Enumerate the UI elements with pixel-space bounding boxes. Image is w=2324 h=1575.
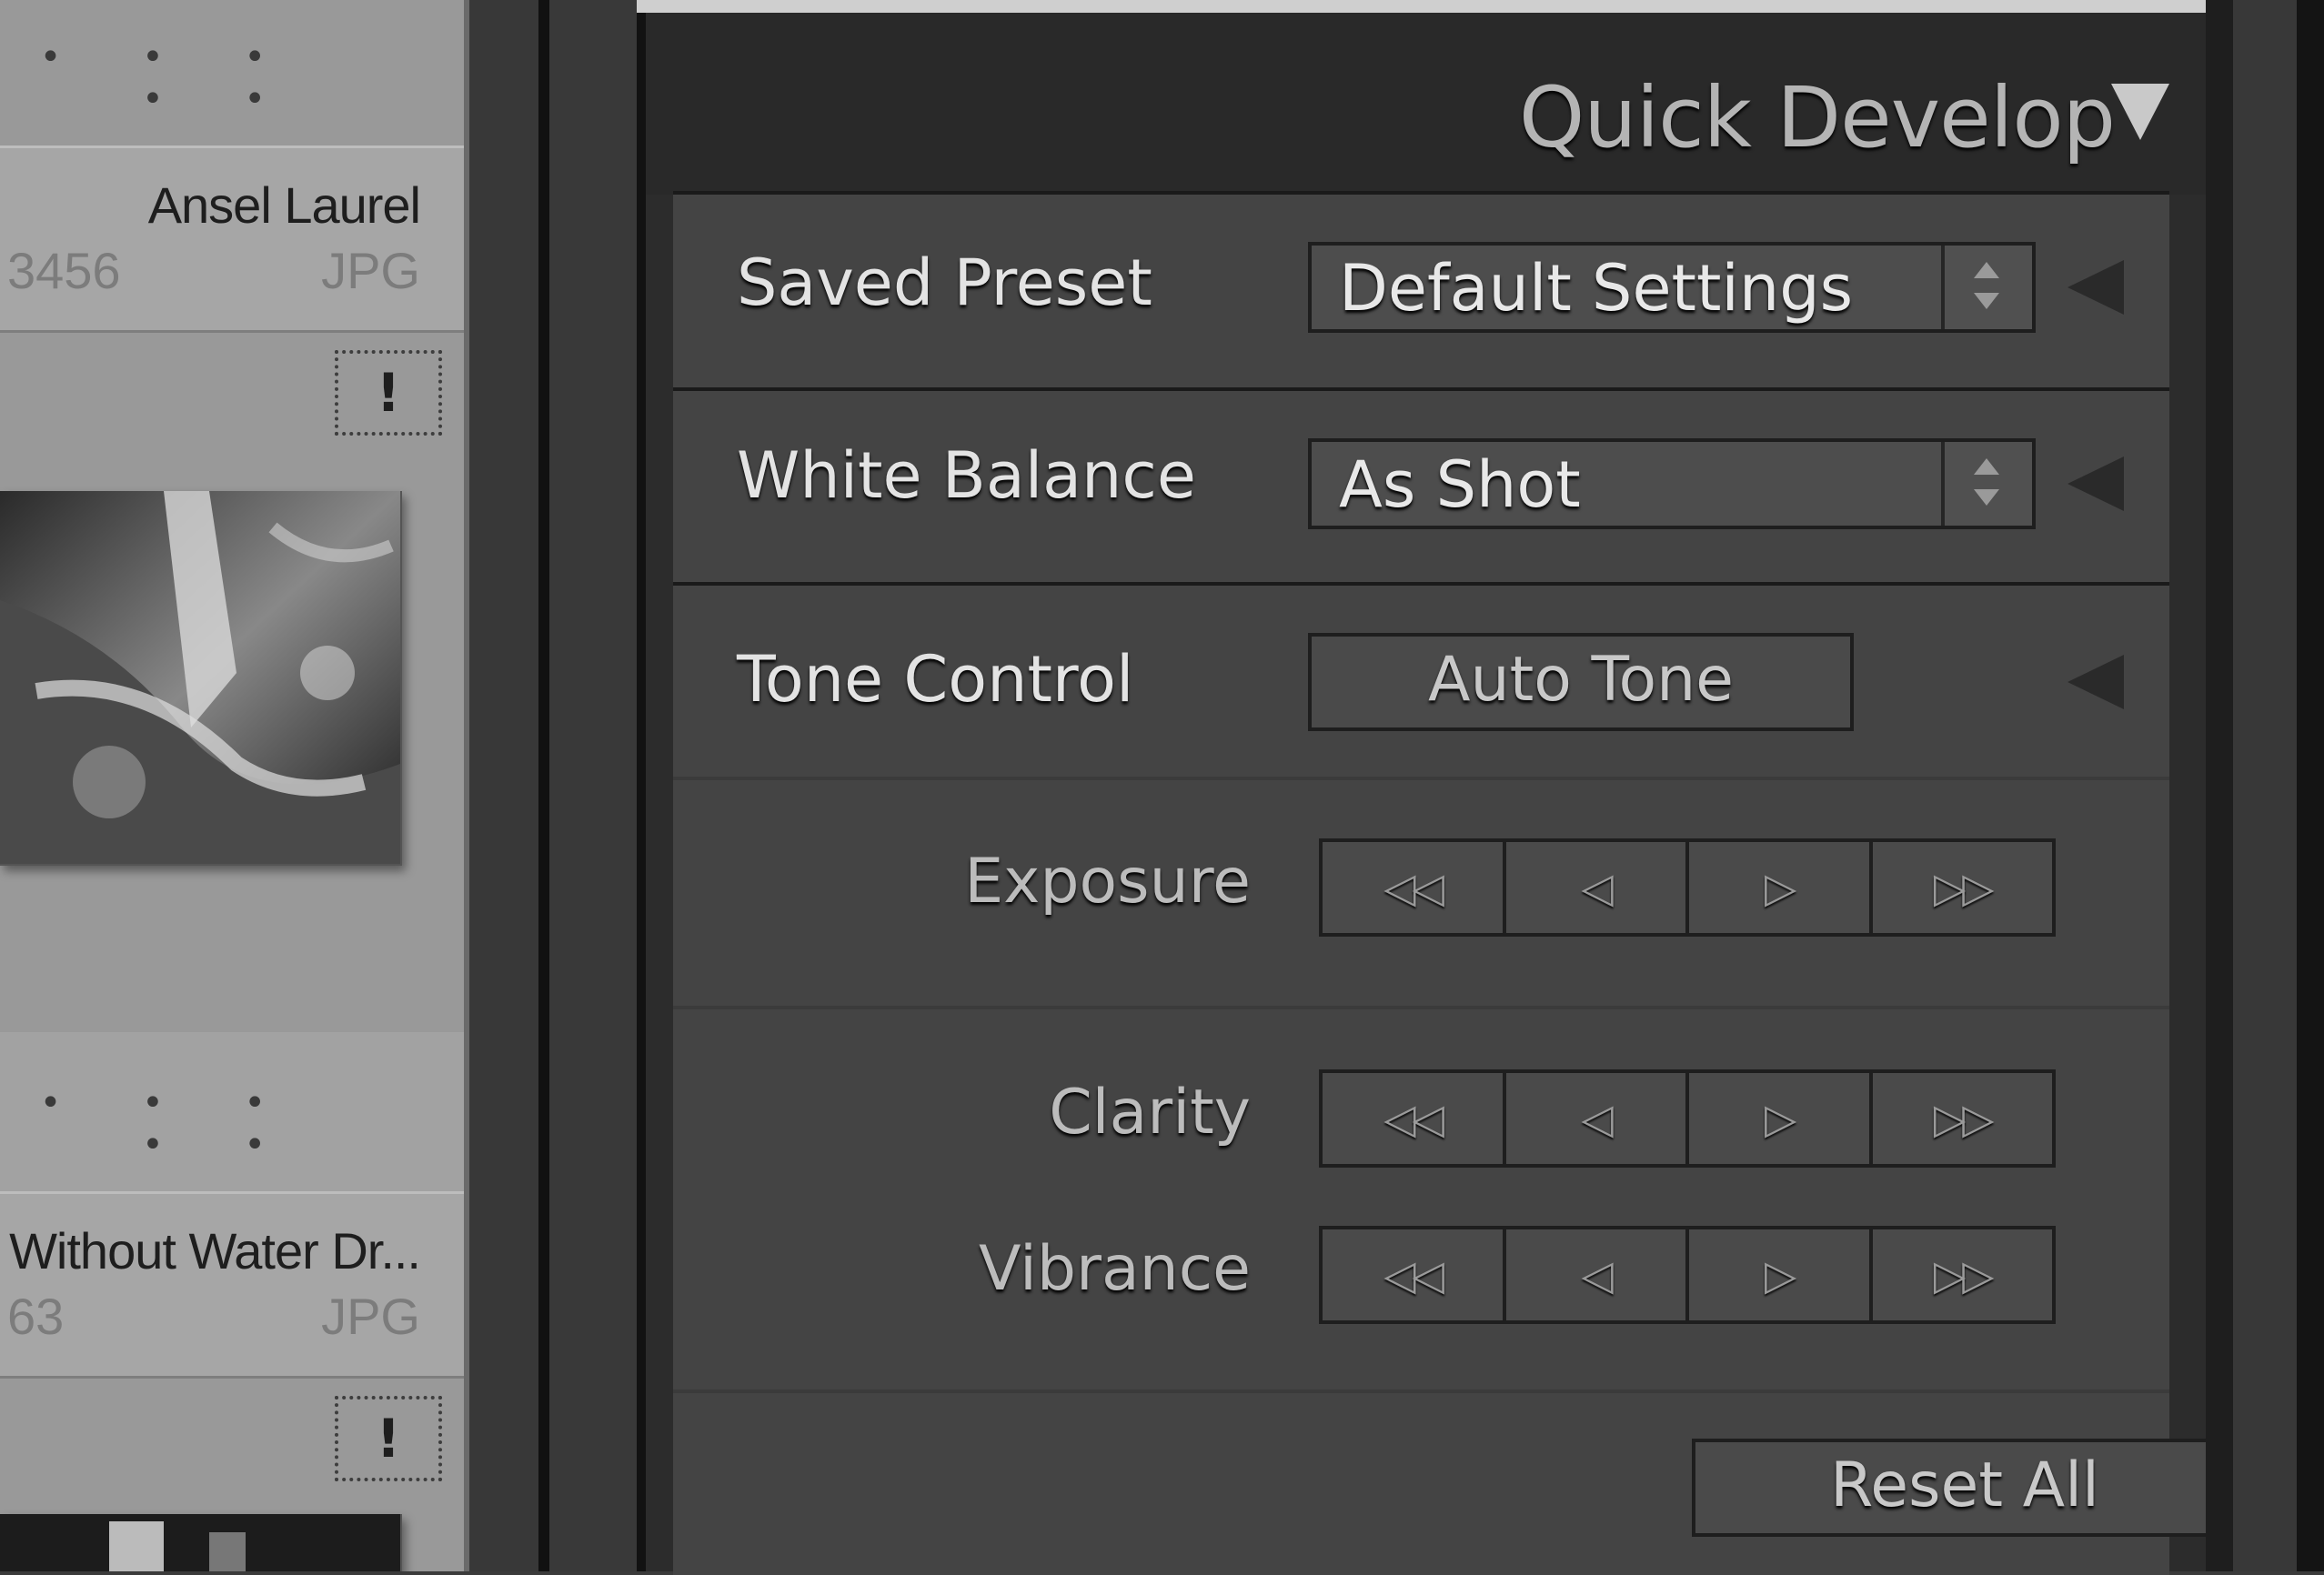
expand-triangle-icon[interactable] [2067,456,2124,511]
clarity-stepper[interactable]: ◁◁ ◁ ▷ ▷▷ [1319,1069,2056,1168]
increase-large-icon[interactable]: ▷▷ [1873,1229,2053,1320]
decrease-small-icon[interactable]: ◁ [1506,1229,1689,1320]
saved-preset-value: Default Settings [1339,251,1854,326]
file-dimensions: 63 [7,1288,65,1345]
decrease-small-icon[interactable]: ◁ [1506,1073,1689,1164]
panel-gap [469,0,542,1571]
flag-icon[interactable]: ! [335,350,442,436]
decrease-large-icon[interactable]: ◁◁ [1323,842,1506,933]
select-spinner-icon[interactable] [1941,246,2032,329]
panel-gutter [549,0,640,1571]
white-balance-select[interactable]: As Shot [1308,438,2036,529]
grid-cell-previous[interactable]: • • • • • [0,0,464,145]
panel-title[interactable]: Quick Develop [1519,69,2116,166]
increase-large-icon[interactable]: ▷▷ [1873,1073,2053,1164]
collapse-triangle-icon[interactable] [2111,84,2169,140]
select-spinner-icon[interactable] [1941,442,2032,526]
section-divider [673,1389,2169,1393]
white-balance-row: White Balance As Shot [673,387,2169,582]
file-format: JPG [321,242,420,299]
grid-cell-without-water[interactable]: Without Water Dr... 63 JPG ! [0,1191,464,1571]
panel-separator[interactable] [538,0,549,1571]
vibrance-stepper[interactable]: ◁◁ ◁ ▷ ▷▷ [1319,1226,2056,1324]
auto-tone-button[interactable]: Auto Tone [1308,633,1854,731]
expand-triangle-icon[interactable] [2067,260,2124,315]
window-edge [2297,0,2324,1571]
file-name: Without Water Dr... [9,1222,421,1279]
photo-thumbnail[interactable] [0,491,402,866]
decrease-large-icon[interactable]: ◁◁ [1323,1229,1506,1320]
file-name: Ansel Laurel [147,176,421,234]
increase-small-icon[interactable]: ▷ [1689,842,1873,933]
panel-header[interactable]: Quick Develop [646,13,2215,195]
expand-triangle-icon[interactable] [2067,655,2124,709]
quick-develop-panel: Quick Develop Saved Preset Default Setti… [637,13,2238,1575]
vibrance-label: Vibrance [978,1233,1251,1305]
panel-scroll-gutter[interactable] [2233,0,2297,1571]
grid-cell-ansel-laurel[interactable]: Ansel Laurel 3456 JPG ! [0,145,464,1037]
rating-stars[interactable]: • • • • • [0,1082,300,1166]
exposure-stepper[interactable]: ◁◁ ◁ ▷ ▷▷ [1319,838,2056,937]
section-divider [673,1006,2169,1009]
tone-control-section: Tone Control Auto Tone Exposure ◁◁ ◁ ▷ ▷… [673,582,2238,1575]
white-balance-label: White Balance [737,438,1196,513]
section-divider [673,777,2169,780]
flag-icon[interactable]: ! [335,1396,442,1481]
tone-control-label: Tone Control [737,642,1134,717]
decrease-large-icon[interactable]: ◁◁ [1323,1073,1506,1164]
increase-small-icon[interactable]: ▷ [1689,1073,1873,1164]
increase-small-icon[interactable]: ▷ [1689,1229,1873,1320]
white-balance-value: As Shot [1339,447,1581,522]
file-format: JPG [321,1288,420,1345]
library-grid: • • • • • Ansel Laurel 3456 JPG ! • • • … [0,0,466,1571]
saved-preset-row: Saved Preset Default Settings [673,191,2169,387]
photo-thumbnail[interactable] [0,1514,402,1571]
decrease-small-icon[interactable]: ◁ [1506,842,1689,933]
saved-preset-label: Saved Preset [737,246,1152,320]
waterfall-image [0,491,400,864]
file-dimensions: 3456 [7,242,121,299]
increase-large-icon[interactable]: ▷▷ [1873,842,2053,933]
panel-top-border [637,0,2206,13]
saved-preset-select[interactable]: Default Settings [1308,242,2036,333]
thumbnail-metadata: Ansel Laurel 3456 JPG [0,145,464,333]
reset-all-button[interactable]: Reset All [1692,1439,2238,1537]
exposure-label: Exposure [964,846,1251,918]
clarity-label: Clarity [1049,1077,1251,1149]
thumbnail-metadata: Without Water Dr... 63 JPG [0,1191,464,1379]
grid-cell-rating-row[interactable]: • • • • • [0,1032,464,1196]
rating-stars[interactable]: • • • • • [0,36,300,120]
photo-image [0,1514,400,1571]
panel-right-border [2206,0,2233,1571]
